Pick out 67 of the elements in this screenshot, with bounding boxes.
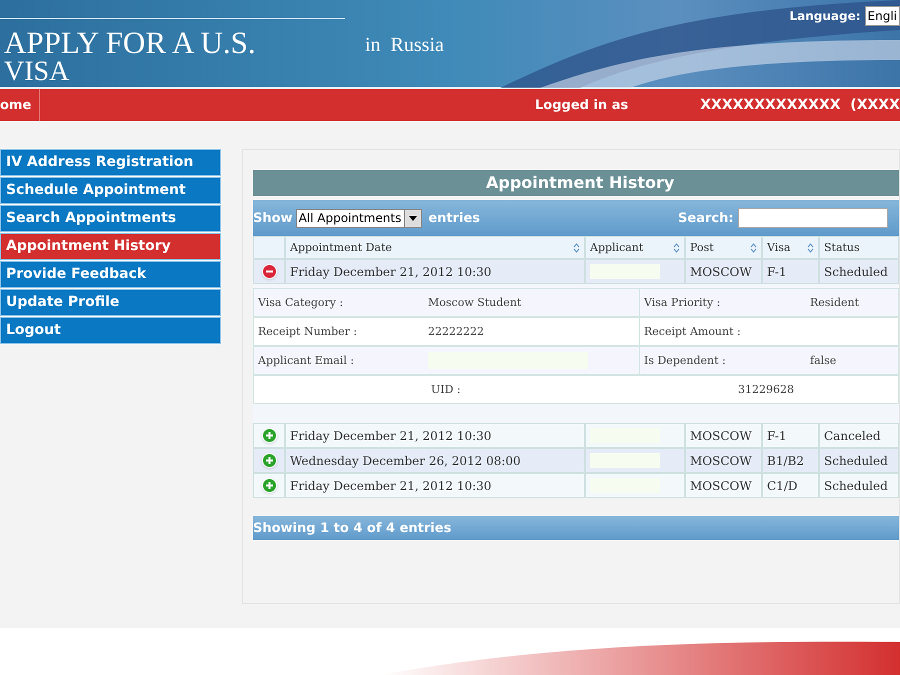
detail-label: UID : xyxy=(431,382,461,398)
visa-cell-text: F-1 xyxy=(767,428,786,445)
detail-value: Moscow Student xyxy=(428,294,522,311)
detail-value: 31229628 xyxy=(738,382,794,398)
detail-label: Receipt Amount : xyxy=(644,324,741,340)
detail-value: Resident xyxy=(810,294,860,311)
detail-label: Receipt Number : xyxy=(258,324,358,340)
column-header[interactable]: Status xyxy=(819,236,899,260)
sort-icon xyxy=(673,242,680,253)
detail-value: false xyxy=(810,352,836,369)
sidebar-item[interactable]: Provide Feedback xyxy=(0,261,221,288)
sort-icon xyxy=(573,242,580,253)
status-cell-text: Canceled xyxy=(824,428,881,445)
site-title: APPLY FOR A U.S. xyxy=(4,26,257,60)
plus-icon xyxy=(264,481,274,490)
logged-in-label: Logged in as xyxy=(535,96,628,115)
language-label: Language: xyxy=(789,8,861,25)
expand-button[interactable] xyxy=(262,453,276,468)
post-cell-text: MOSCOW xyxy=(690,428,752,445)
post-cell-text: MOSCOW xyxy=(690,478,752,495)
sort-icon xyxy=(807,242,814,253)
visa-cell-text: B1/B2 xyxy=(767,452,804,470)
detail-label: Visa Category : xyxy=(258,294,344,311)
column-header[interactable]: Appointment Date xyxy=(285,236,585,260)
entries-info: Showing 1 to 4 of 4 entries xyxy=(253,520,452,538)
search-field[interactable] xyxy=(738,208,888,228)
language-select[interactable]: Engli xyxy=(864,6,900,26)
date-cell-text: Friday December 21, 2012 10:30 xyxy=(290,478,492,495)
status-cell-text: Scheduled xyxy=(824,264,888,281)
dropdown-caret-icon xyxy=(409,216,418,221)
home-link[interactable]: ome xyxy=(0,89,40,122)
post-cell-text: MOSCOW xyxy=(690,264,752,281)
entries-select[interactable]: All Appointments xyxy=(296,208,422,228)
site-title: VISA xyxy=(4,60,70,84)
plus-icon xyxy=(264,456,274,466)
panel-title: Appointment History xyxy=(253,170,899,196)
sidebar-item[interactable]: Appointment History xyxy=(0,233,221,260)
status-cell-text: Scheduled xyxy=(824,452,888,470)
country-label: in Russia xyxy=(365,33,444,58)
sidebar-item[interactable]: Search Appointments xyxy=(0,205,221,232)
sidebar-item[interactable]: IV Address Registration xyxy=(0,149,221,176)
visa-cell-text: C1/D xyxy=(767,478,798,495)
visa-cell-text: F-1 xyxy=(767,264,786,281)
status-cell-text: Scheduled xyxy=(824,478,888,495)
column-header[interactable]: Applicant xyxy=(585,236,685,260)
sidebar-item[interactable]: Logout xyxy=(0,317,221,344)
date-cell-text: Wednesday December 26, 2012 08:00 xyxy=(290,452,521,470)
date-cell-text: Friday December 21, 2012 10:30 xyxy=(290,264,492,281)
show-label: Show xyxy=(253,210,293,228)
entries-label: entries xyxy=(428,210,480,228)
collapse-button[interactable] xyxy=(262,264,276,280)
column-header[interactable]: Post xyxy=(685,236,762,260)
search-label: Search: xyxy=(678,210,734,228)
sidebar-item[interactable]: Schedule Appointment xyxy=(0,177,221,204)
post-cell-text: MOSCOW xyxy=(690,452,752,470)
user-name: XXXXXXXXXXXXX (XXXX xyxy=(700,96,900,115)
expand-button[interactable] xyxy=(262,478,276,494)
plus-icon xyxy=(264,431,274,440)
column-header[interactable]: Visa xyxy=(762,236,819,260)
sidebar-item[interactable]: Update Profile xyxy=(0,289,221,316)
sort-icon xyxy=(750,242,757,253)
detail-label: Visa Priority : xyxy=(644,294,720,311)
detail-value: 22222222 xyxy=(428,324,484,340)
date-cell-text: Friday December 21, 2012 10:30 xyxy=(290,428,492,445)
detail-label: Is Dependent : xyxy=(644,352,726,369)
detail-label: Applicant Email : xyxy=(258,352,354,369)
expand-button[interactable] xyxy=(262,428,276,444)
